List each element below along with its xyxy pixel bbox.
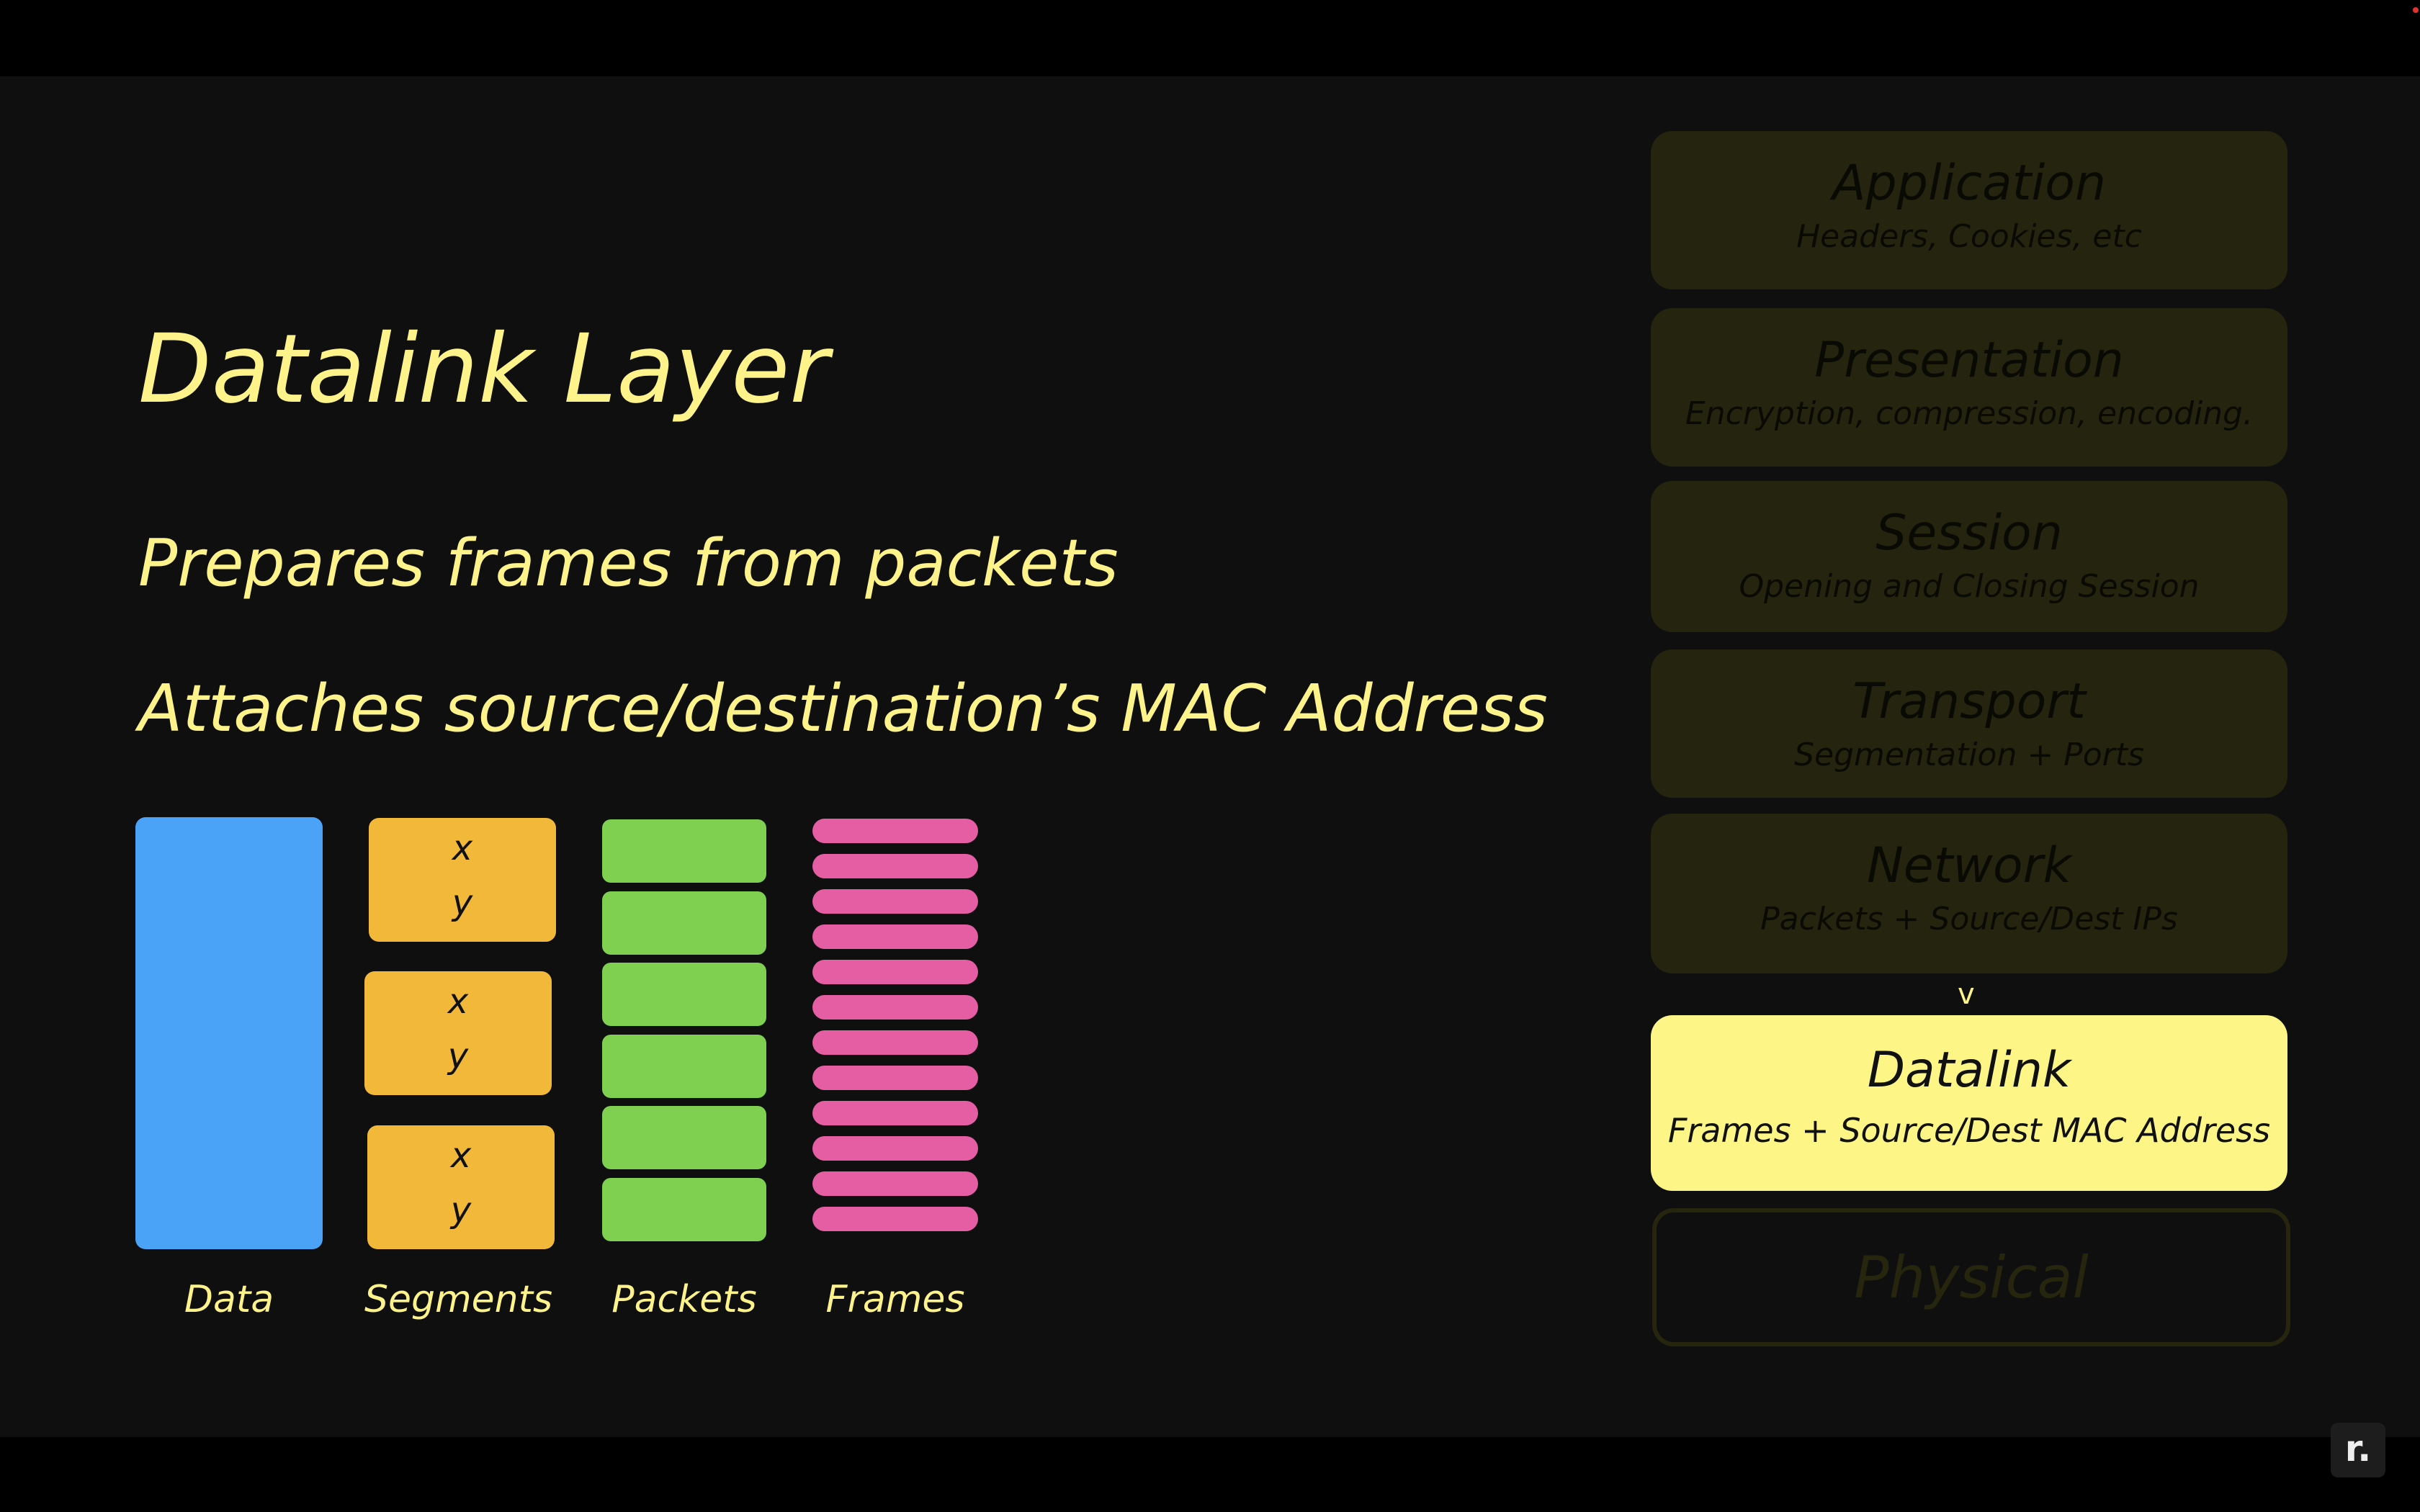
packet-block bbox=[602, 1034, 766, 1098]
frame-bar bbox=[812, 1207, 978, 1231]
layer-name: Application bbox=[1832, 155, 2106, 212]
layer-transport: Transport Segmentation + Ports bbox=[1651, 649, 2287, 798]
packet-block bbox=[602, 819, 766, 883]
segment-y-label: y bbox=[447, 1036, 469, 1076]
layer-name: Session bbox=[1876, 505, 2063, 562]
layer-name: Datalink bbox=[1867, 1042, 2071, 1099]
frame-bar bbox=[812, 819, 978, 843]
label-data: Data bbox=[184, 1278, 274, 1321]
layer-desc: Opening and Closing Session bbox=[1739, 567, 2200, 605]
layer-name: Presentation bbox=[1814, 332, 2124, 389]
layer-physical: Physical bbox=[1652, 1208, 2290, 1346]
logo: r. bbox=[2331, 1423, 2385, 1477]
frame-bar bbox=[812, 995, 978, 1020]
layer-name: Physical bbox=[1854, 1244, 2089, 1311]
layer-network: Network Packets + Source/Dest IPs bbox=[1651, 814, 2287, 973]
bullet-frames-from-packets: Prepares frames from packets bbox=[138, 526, 1119, 601]
frame-bar bbox=[812, 924, 978, 949]
segment-y-label: y bbox=[452, 883, 473, 923]
packet-block bbox=[602, 891, 766, 955]
layer-desc: Headers, Cookies, etc bbox=[1796, 217, 2142, 255]
layer-desc: Packets + Source/Dest IPs bbox=[1760, 900, 2178, 937]
packet-block bbox=[602, 1106, 766, 1169]
segment-x-label: x bbox=[447, 981, 469, 1022]
layer-datalink: Datalink Frames + Source/Dest MAC Addres… bbox=[1651, 1015, 2287, 1191]
segment-block: x y bbox=[369, 818, 556, 942]
recording-dot-icon bbox=[2413, 7, 2419, 13]
segment-y-label: y bbox=[450, 1190, 472, 1230]
segment-block: x y bbox=[364, 971, 552, 1095]
frame-bar bbox=[812, 960, 978, 984]
frame-bar bbox=[812, 1171, 978, 1196]
layer-name: Transport bbox=[1852, 673, 2086, 730]
chevron-down-icon: v bbox=[1958, 978, 1975, 1011]
segment-block: x y bbox=[367, 1125, 555, 1249]
label-packets: Packets bbox=[611, 1278, 757, 1321]
bullet-mac-address: Attaches source/destination’s MAC Addres… bbox=[138, 671, 1548, 747]
layer-name: Network bbox=[1867, 837, 2071, 894]
packet-block bbox=[602, 1177, 766, 1241]
segment-x-label: x bbox=[450, 1135, 472, 1176]
frame-bar bbox=[812, 889, 978, 914]
layer-desc: Encryption, compression, encoding. bbox=[1685, 395, 2254, 432]
layer-presentation: Presentation Encryption, compression, en… bbox=[1651, 308, 2287, 467]
frame-bar bbox=[812, 1101, 978, 1125]
frame-bar bbox=[812, 1030, 978, 1055]
label-frames: Frames bbox=[825, 1278, 965, 1321]
packet-block bbox=[602, 963, 766, 1026]
label-segments: Segments bbox=[364, 1278, 553, 1321]
frame-bar bbox=[812, 854, 978, 878]
frame-bar bbox=[812, 1136, 978, 1161]
layer-desc: Frames + Source/Dest MAC Address bbox=[1667, 1110, 2271, 1150]
frame-bar bbox=[812, 1066, 978, 1090]
layer-desc: Segmentation + Ports bbox=[1794, 736, 2144, 773]
slide-title: Datalink Layer bbox=[138, 314, 829, 425]
data-block bbox=[135, 817, 323, 1249]
layer-session: Session Opening and Closing Session bbox=[1651, 481, 2287, 632]
segment-x-label: x bbox=[452, 828, 473, 868]
layer-application: Application Headers, Cookies, etc bbox=[1651, 131, 2287, 289]
